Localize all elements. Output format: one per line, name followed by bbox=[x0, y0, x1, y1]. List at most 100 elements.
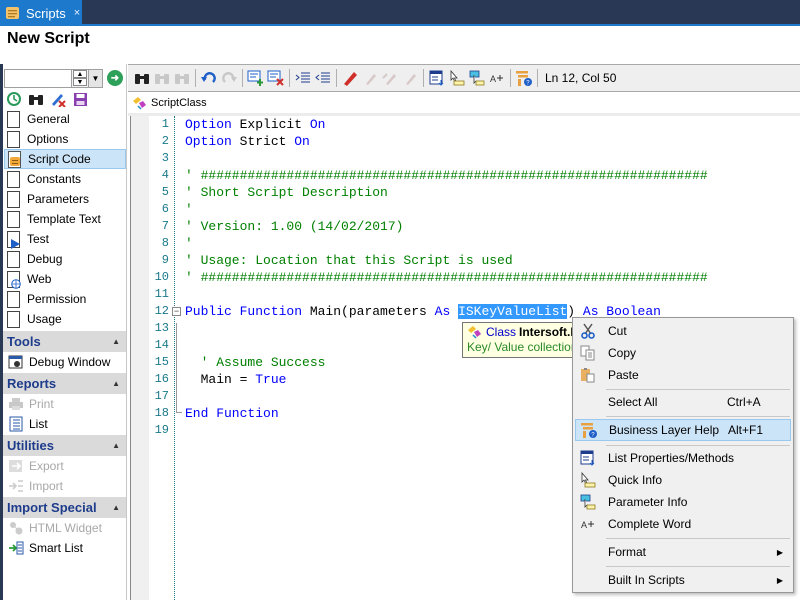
play-page-icon bbox=[7, 230, 20, 249]
tab-scripts[interactable]: Scripts × bbox=[0, 0, 82, 26]
nav-item-test[interactable]: Test bbox=[4, 229, 126, 249]
binoculars-icon[interactable] bbox=[27, 91, 45, 107]
undo-icon[interactable] bbox=[199, 69, 218, 88]
report-list[interactable]: List bbox=[4, 414, 126, 434]
next-bookmark-icon[interactable] bbox=[380, 69, 399, 88]
nav-item-usage[interactable]: Usage bbox=[4, 309, 126, 329]
edit-delete-icon[interactable] bbox=[49, 91, 67, 107]
line-text: ' ######################################… bbox=[185, 269, 708, 286]
search-dropdown-button[interactable]: ▼ bbox=[88, 68, 103, 88]
find-icon[interactable] bbox=[132, 69, 151, 88]
close-icon[interactable]: × bbox=[74, 7, 80, 19]
collapse-icon[interactable]: ▲ bbox=[112, 503, 120, 512]
collapse-icon[interactable]: ▲ bbox=[112, 441, 120, 450]
indent-icon[interactable] bbox=[293, 69, 312, 88]
comment-token: ' ######################################… bbox=[185, 270, 708, 285]
nav-item-label: Script Code bbox=[28, 152, 91, 166]
menu-item-copy[interactable]: Copy bbox=[575, 342, 791, 364]
menu-item-select-all[interactable]: Select All Ctrl+A bbox=[575, 391, 791, 413]
find-previous-icon[interactable] bbox=[152, 69, 171, 88]
nav-item-web[interactable]: Web bbox=[4, 269, 126, 289]
nav-item-parameters[interactable]: Parameters bbox=[4, 189, 126, 209]
report-print[interactable]: Print bbox=[4, 394, 126, 414]
menu-item-complete-word[interactable]: A Complete Word bbox=[575, 513, 791, 535]
clear-bookmarks-icon[interactable] bbox=[400, 69, 419, 88]
code-line[interactable]: 10 ' ####################################… bbox=[131, 269, 800, 286]
collapse-icon[interactable]: ▲ bbox=[112, 379, 120, 388]
history-icon[interactable] bbox=[5, 91, 23, 107]
quick-info-icon[interactable] bbox=[447, 69, 466, 88]
outdent-icon[interactable] bbox=[313, 69, 332, 88]
section-tools[interactable]: Tools ▲ bbox=[3, 331, 126, 352]
menu-item-cut[interactable]: Cut bbox=[575, 320, 791, 342]
business-layer-help-icon[interactable]: ? bbox=[514, 69, 533, 88]
parameter-info-icon[interactable] bbox=[467, 69, 486, 88]
line-number: 1 bbox=[161, 117, 169, 131]
bookmark-icon[interactable] bbox=[340, 69, 359, 88]
export-icon bbox=[8, 458, 24, 474]
spin-up-icon[interactable]: ▲ bbox=[73, 70, 87, 78]
report-label: Print bbox=[29, 397, 54, 411]
search-input[interactable] bbox=[4, 68, 72, 88]
code-line[interactable]: 8 ' bbox=[131, 235, 800, 252]
import-smart-list[interactable]: Smart List bbox=[4, 538, 126, 558]
prev-bookmark-icon[interactable] bbox=[360, 69, 379, 88]
nav-item-label: Permission bbox=[27, 292, 87, 306]
nav-item-debug[interactable]: Debug bbox=[4, 249, 126, 269]
comment-icon[interactable] bbox=[246, 69, 265, 88]
fold-toggle-icon[interactable]: − bbox=[172, 307, 181, 316]
menu-separator bbox=[606, 416, 790, 417]
nav-item-template-text[interactable]: Template Text bbox=[4, 209, 126, 229]
utility-import[interactable]: Import bbox=[4, 476, 126, 496]
menu-item-paste[interactable]: Paste bbox=[575, 364, 791, 386]
line-text: End Function bbox=[185, 405, 279, 422]
comment-token: ' bbox=[185, 236, 193, 251]
nav-item-script-code[interactable]: Script Code bbox=[4, 149, 126, 169]
code-line[interactable]: 3 bbox=[131, 150, 800, 167]
line-number: 16 bbox=[154, 372, 169, 386]
collapse-icon[interactable]: ▲ bbox=[112, 337, 120, 346]
menu-item-quick-info[interactable]: Quick Info bbox=[575, 469, 791, 491]
code-line[interactable]: 6 ' bbox=[131, 201, 800, 218]
toolbar-separator bbox=[195, 69, 196, 87]
uncomment-icon[interactable] bbox=[266, 69, 285, 88]
menu-item-format[interactable]: Format ▶ bbox=[575, 541, 791, 563]
nav-item-constants[interactable]: Constants bbox=[4, 169, 126, 189]
menu-item-label: Format bbox=[608, 545, 647, 559]
code-line[interactable]: 7 ' Version: 1.00 (14/02/2017) bbox=[131, 218, 800, 235]
section-utilities[interactable]: Utilities ▲ bbox=[3, 435, 126, 456]
tool-debug-window[interactable]: Debug Window bbox=[4, 352, 126, 372]
section-reports[interactable]: Reports ▲ bbox=[3, 373, 126, 394]
code-line[interactable]: 5 ' Short Script Description bbox=[131, 184, 800, 201]
search-spinner[interactable]: ▲ ▼ bbox=[72, 68, 88, 88]
code-line[interactable]: 4 ' #####################################… bbox=[131, 167, 800, 184]
menu-item-built-in-scripts[interactable]: Built In Scripts ▶ bbox=[575, 569, 791, 591]
menu-item-parameter-info[interactable]: Parameter Info bbox=[575, 491, 791, 513]
nav-item-options[interactable]: Options bbox=[4, 129, 126, 149]
menu-item-list-properties[interactable]: List Properties/Methods bbox=[575, 447, 791, 469]
redo-icon[interactable] bbox=[219, 69, 238, 88]
spin-down-icon[interactable]: ▼ bbox=[73, 78, 87, 86]
code-line[interactable]: 1 Option Explicit On bbox=[131, 116, 800, 133]
nav-item-permission[interactable]: Permission bbox=[4, 289, 126, 309]
nav-item-general[interactable]: General bbox=[4, 109, 126, 129]
menu-item-label: Copy bbox=[608, 346, 637, 360]
utility-label: Export bbox=[29, 459, 64, 473]
code-line[interactable]: 11 bbox=[131, 286, 800, 303]
import-html-widget[interactable]: HTML Widget bbox=[4, 518, 126, 538]
toolbar-separator bbox=[336, 69, 337, 87]
code-line[interactable]: 2 Option Strict On bbox=[131, 133, 800, 150]
find-next-icon[interactable] bbox=[172, 69, 191, 88]
utility-export[interactable]: Export bbox=[4, 456, 126, 476]
go-button[interactable]: ➜ bbox=[107, 70, 123, 86]
code-line[interactable]: 9 ' Usage: Location that this Script is u… bbox=[131, 252, 800, 269]
document-tab-strip: Scripts × bbox=[0, 0, 800, 26]
class-selector[interactable]: ScriptClass bbox=[128, 92, 800, 114]
section-import-special[interactable]: Import Special ▲ bbox=[3, 497, 126, 518]
save-icon[interactable] bbox=[71, 91, 89, 107]
menu-item-business-layer-help[interactable]: ? Business Layer Help Alt+F1 bbox=[575, 419, 791, 441]
line-number: 3 bbox=[161, 151, 169, 165]
list-members-icon[interactable] bbox=[427, 69, 446, 88]
toolbar-separator bbox=[423, 69, 424, 87]
complete-word-icon[interactable]: A bbox=[487, 69, 506, 88]
